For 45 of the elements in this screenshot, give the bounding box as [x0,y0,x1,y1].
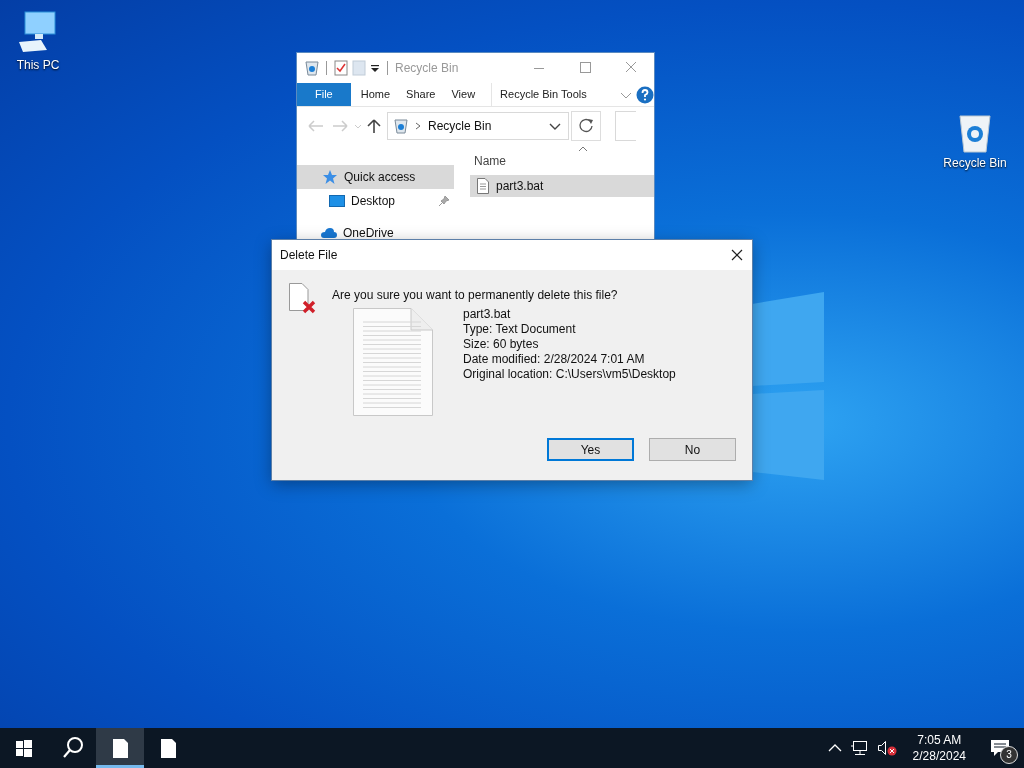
column-header[interactable]: Name [474,154,506,168]
dialog-button[interactable]: Yes [547,438,634,461]
ribbon-tab[interactable]: File [297,83,351,106]
refresh-icon[interactable] [571,111,601,141]
question-text: Are you sure you want to permanently delete this file? [332,288,619,302]
document-icon [353,308,433,416]
cloud-icon [321,225,337,240]
detail-text: Type: Text Document [463,322,577,337]
sidebar-item[interactable]: OneDrive [297,221,454,240]
detail-text: Size: 60 bytes [463,337,540,352]
clock[interactable]: 7:05 AM 2/28/2024 [902,732,976,764]
notification-count: 3 [1000,746,1018,764]
desktop-icon [329,193,345,209]
detail-text: Original location: C:\Users\vm5\Desktop [463,367,676,382]
clock-time: 7:05 AM [916,732,963,748]
star-icon [322,169,338,185]
file-row[interactable]: part3.bat [470,175,654,197]
clock-date: 2/28/2024 [912,748,966,764]
address-bar[interactable]: Recycle Bin [387,112,569,140]
network-icon[interactable] [850,740,869,756]
search-field[interactable] [615,111,636,141]
sort-up-icon [578,145,588,153]
sidebar-item[interactable]: Desktop [297,189,454,213]
window-title: Recycle Bin [395,61,459,75]
desktop-icon-label[interactable]: This PC [16,58,60,72]
recycle-bin-icon [394,118,408,134]
detail-text: Date modified: 2/28/2024 7:01 AM [463,352,646,367]
document-icon[interactable] [96,728,144,768]
sidebar-item[interactable]: Quick access [297,165,454,189]
address-text: Recycle Bin [428,119,492,133]
document-icon [476,178,490,194]
ribbon-tab[interactable]: Home [352,83,399,106]
up-arrow-icon[interactable] [365,117,383,135]
dialog-button[interactable]: No [649,438,736,461]
desktop-icon-label[interactable]: Recycle Bin [943,156,1007,170]
ribbon-tab[interactable]: View [443,83,484,106]
help-icon[interactable] [636,85,654,104]
recycle-bin-icon [305,60,319,76]
properties-icon[interactable] [334,60,348,76]
chevron-icon [414,120,422,132]
dialog-title: Delete File [280,248,338,262]
ribbon-tab[interactable]: Recycle Bin Tools [491,83,595,106]
volume-muted-icon[interactable] [876,739,899,757]
ribbon-tab[interactable]: Share [398,83,444,106]
detail-text: part3.bat [463,307,512,322]
